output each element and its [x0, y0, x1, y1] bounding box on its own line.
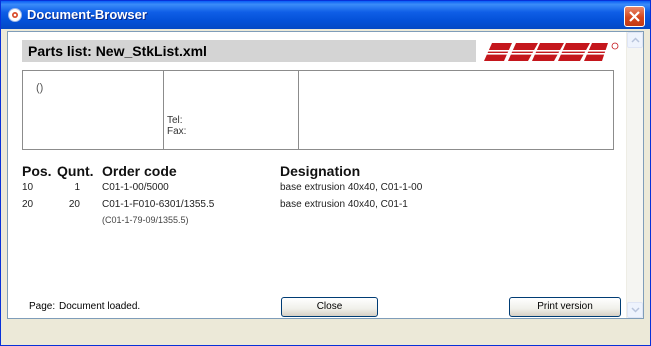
- app-icon: [7, 7, 23, 23]
- chevron-down-icon: [631, 307, 640, 313]
- row-qty: 1: [74, 182, 80, 193]
- document-header-bar: Parts list: New_StkList.xml: [22, 40, 476, 62]
- header-qty: Qunt.: [57, 163, 94, 179]
- row-order-code: C01-1-00/5000: [102, 182, 169, 193]
- scroll-down-button[interactable]: [627, 302, 643, 318]
- window-close-button[interactable]: [624, 6, 645, 27]
- row-order-code: C01-1-F010-6301/1355.5: [102, 199, 215, 210]
- row-designation: base extrusion 40x40, C01-1-00: [280, 182, 423, 193]
- status-text: Document loaded.: [59, 301, 141, 312]
- document-browser-window: Document-Browser Parts list: New_StkList…: [0, 0, 651, 346]
- page-label: Page:: [29, 301, 56, 312]
- header-order-code: Order code: [102, 163, 177, 179]
- kanya-logo: [480, 42, 619, 61]
- client-area: Parts list: New_StkList.xml () Tel: Fax:…: [5, 29, 646, 342]
- address-box: () Tel: Fax:: [22, 70, 614, 150]
- row-order-code-sub: (C01-1-79-09/1355.5): [102, 215, 189, 225]
- print-version-button[interactable]: Print version: [509, 297, 621, 317]
- window-title: Document-Browser: [27, 7, 147, 22]
- close-icon: [629, 11, 640, 22]
- document-title: Parts list: New_StkList.xml: [28, 43, 207, 59]
- row-pos: 20: [22, 199, 34, 210]
- address-contact-cell: Tel: Fax:: [164, 71, 299, 149]
- header-pos: Pos.: [22, 163, 52, 179]
- close-button[interactable]: Close: [281, 297, 378, 317]
- scroll-up-button[interactable]: [627, 32, 643, 48]
- tel-label: Tel:: [167, 115, 183, 126]
- fax-label: Fax:: [167, 126, 187, 137]
- row-qty: 20: [68, 199, 80, 210]
- address-name: (): [36, 82, 44, 94]
- chevron-up-icon: [631, 37, 640, 43]
- title-bar[interactable]: Document-Browser: [1, 1, 650, 29]
- row-pos: 10: [22, 182, 34, 193]
- document-view[interactable]: Parts list: New_StkList.xml () Tel: Fax:…: [7, 31, 644, 319]
- header-designation: Designation: [280, 163, 361, 179]
- address-extra-cell: [299, 71, 613, 149]
- document-content: Parts list: New_StkList.xml () Tel: Fax:…: [8, 32, 627, 318]
- address-name-cell: (): [23, 71, 164, 149]
- vertical-scrollbar[interactable]: [626, 32, 643, 318]
- row-designation: base extrusion 40x40, C01-1: [280, 199, 408, 210]
